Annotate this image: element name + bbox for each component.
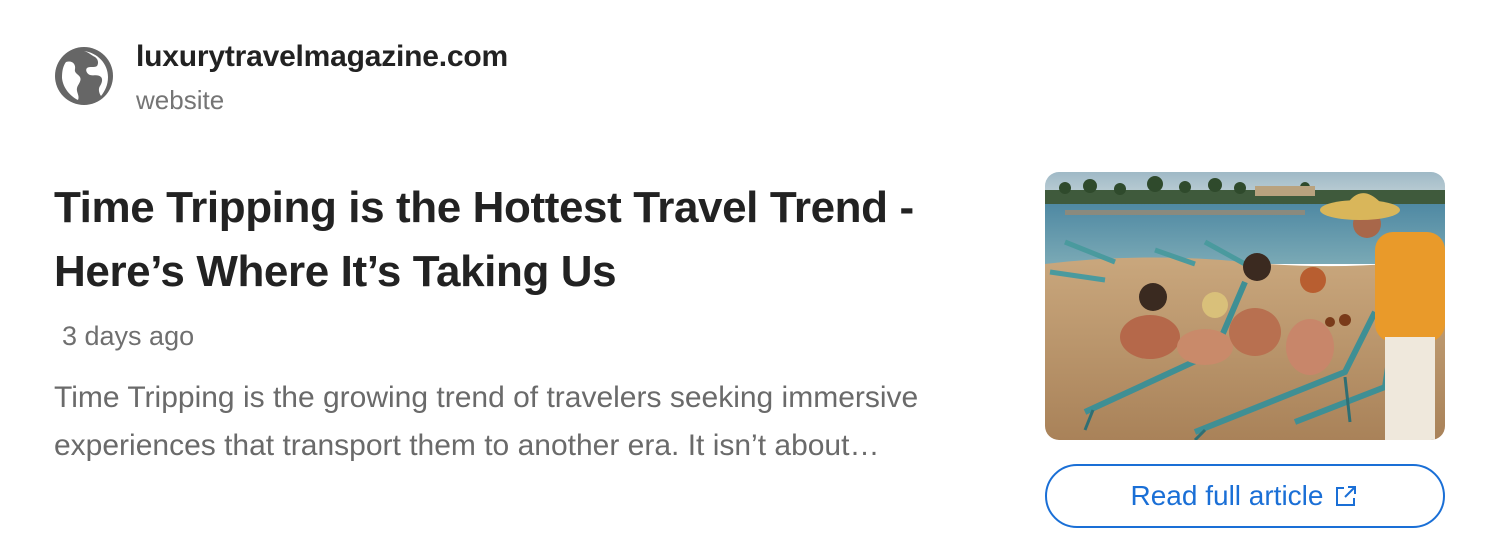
summary-line-1: Time Tripping is the growing trend of tr… (54, 381, 919, 414)
article-card: luxurytravelmagazine.com website Time Tr… (0, 0, 1508, 558)
source-kind: website (136, 85, 225, 115)
source-text: luxurytravelmagazine.com website (136, 38, 508, 118)
read-full-article-label: Read full article (1130, 480, 1324, 511)
external-link-icon (1333, 483, 1359, 509)
article-timestamp: 3 days ago (62, 321, 195, 351)
source-header: luxurytravelmagazine.com website (54, 38, 508, 118)
article-headline[interactable]: Time Tripping is the Hottest Travel Tren… (54, 176, 1014, 304)
article-thumbnail[interactable] (1045, 172, 1445, 440)
article-summary: Time Tripping is the growing trend of tr… (54, 374, 1014, 470)
source-domain[interactable]: luxurytravelmagazine.com (136, 38, 508, 76)
globe-icon (54, 46, 114, 106)
headline-line-2: Here’s Where It’s Taking Us (54, 247, 617, 296)
read-full-article-button[interactable]: Read full article (1045, 464, 1445, 528)
headline-line-1: Time Tripping is the Hottest Travel Tren… (54, 183, 914, 232)
summary-line-2: experiences that transport them to anoth… (54, 429, 880, 462)
